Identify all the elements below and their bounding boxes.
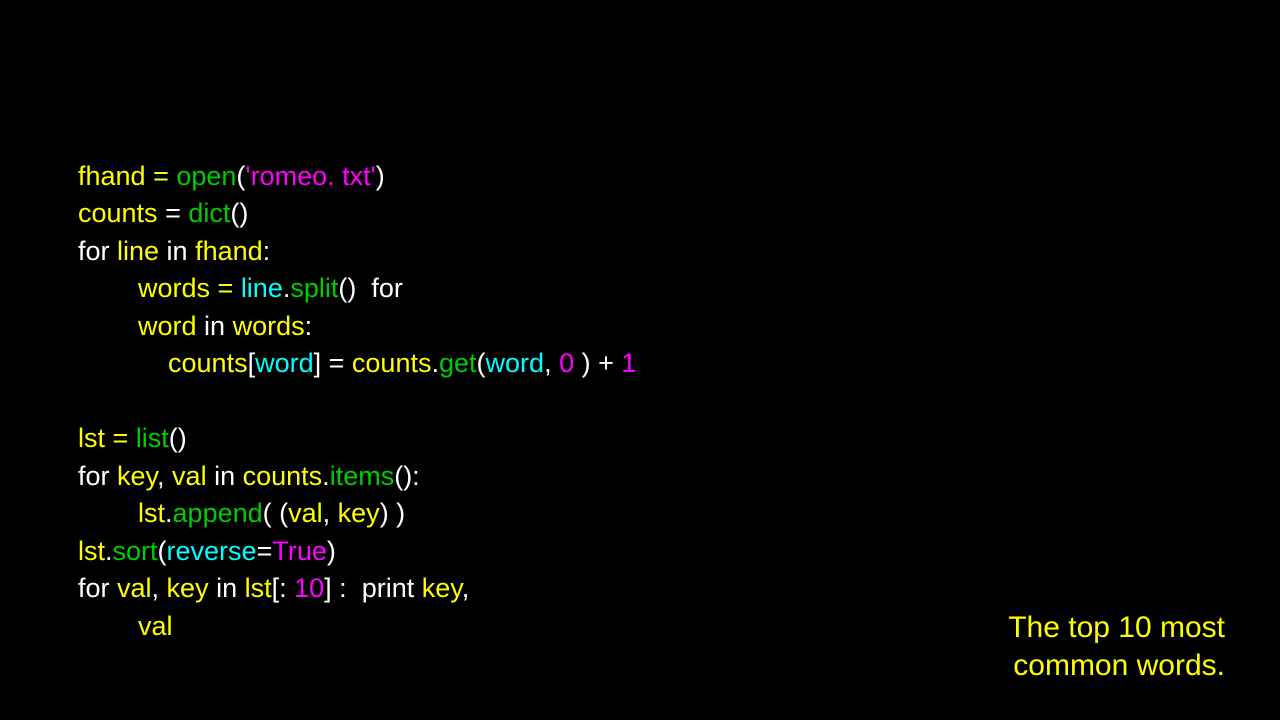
code-token: line	[241, 273, 283, 303]
code-token: lst	[78, 498, 165, 528]
code-token: counts	[243, 461, 323, 491]
code-token: lst =	[78, 423, 136, 453]
slide: fhand = open ( 'romeo. txt') counts = dict…	[0, 0, 1280, 720]
code-token: 1	[621, 348, 636, 378]
code-token: sort	[113, 536, 158, 566]
code-token: .	[165, 498, 173, 528]
code-token: list	[136, 423, 169, 453]
code-token: ) +	[582, 348, 622, 378]
code-token: in	[167, 236, 196, 266]
code-token: .	[105, 536, 113, 566]
code-token: lst	[78, 536, 105, 566]
code-token: ,	[157, 461, 172, 491]
code-token: print	[362, 573, 422, 603]
code-token: fhand	[195, 236, 263, 266]
code-token: (	[477, 348, 486, 378]
code-token: ()	[169, 423, 187, 453]
code-token: 'romeo. txt'	[245, 161, 375, 191]
code-token: in	[214, 461, 243, 491]
code-token: append	[173, 498, 263, 528]
code-token: for	[78, 461, 117, 491]
caption-line: The top 10 most	[1008, 609, 1225, 647]
code-token: .	[322, 461, 330, 491]
code-token: lst	[245, 573, 272, 603]
code-token: dict	[188, 198, 230, 228]
code-token: ,	[323, 498, 338, 528]
code-token: ()	[338, 273, 371, 303]
code-token: for	[78, 573, 117, 603]
code-token: (	[158, 536, 167, 566]
code-token: items	[330, 461, 395, 491]
code-token: val	[117, 573, 152, 603]
code-token: [	[248, 348, 256, 378]
code-token: counts	[78, 348, 248, 378]
code-token: =	[165, 198, 188, 228]
code-token: ] =	[314, 348, 352, 378]
caption-line: common words.	[1008, 647, 1225, 685]
code-token: words =	[78, 273, 241, 303]
code-token: True	[272, 536, 327, 566]
code-token: :	[305, 311, 313, 341]
code-token: word	[486, 348, 545, 378]
code-token: counts	[78, 198, 165, 228]
code-token: )	[376, 161, 385, 191]
code-token: key	[117, 461, 157, 491]
caption: The top 10 most common words.	[1008, 609, 1225, 685]
code-token: :	[263, 236, 271, 266]
code-token: [:	[272, 573, 295, 603]
code-token: ,	[152, 573, 167, 603]
code-token: 0	[559, 348, 582, 378]
code-token: for	[78, 236, 117, 266]
code-token: split	[290, 273, 338, 303]
code-token: word	[78, 311, 204, 341]
code-token: for	[371, 273, 403, 303]
code-token: in	[204, 311, 233, 341]
code-token: in	[216, 573, 245, 603]
code-token: reverse	[167, 536, 257, 566]
code-block: fhand = open ( 'romeo. txt') counts = dict…	[78, 120, 636, 645]
code-token: key	[338, 498, 380, 528]
code-token: key	[167, 573, 217, 603]
code-token: ) )	[380, 498, 405, 528]
code-token: line	[117, 236, 167, 266]
code-token: .	[431, 348, 439, 378]
code-token: ,	[462, 573, 470, 603]
code-token: key	[422, 573, 462, 603]
code-token: =	[257, 536, 273, 566]
code-token: )	[327, 536, 336, 566]
code-token: fhand =	[78, 161, 176, 191]
code-token: val	[172, 461, 214, 491]
code-token: open	[176, 161, 236, 191]
code-token: ] :	[324, 573, 362, 603]
code-token: ()	[230, 198, 248, 228]
code-token: val	[288, 498, 323, 528]
code-token: 10	[294, 573, 324, 603]
code-token: val	[78, 611, 173, 641]
code-token: counts	[352, 348, 432, 378]
code-token: ():	[394, 461, 419, 491]
code-token: words	[233, 311, 305, 341]
code-token: get	[439, 348, 477, 378]
code-token: ,	[544, 348, 559, 378]
code-token: word	[255, 348, 314, 378]
code-token: ( (	[263, 498, 288, 528]
